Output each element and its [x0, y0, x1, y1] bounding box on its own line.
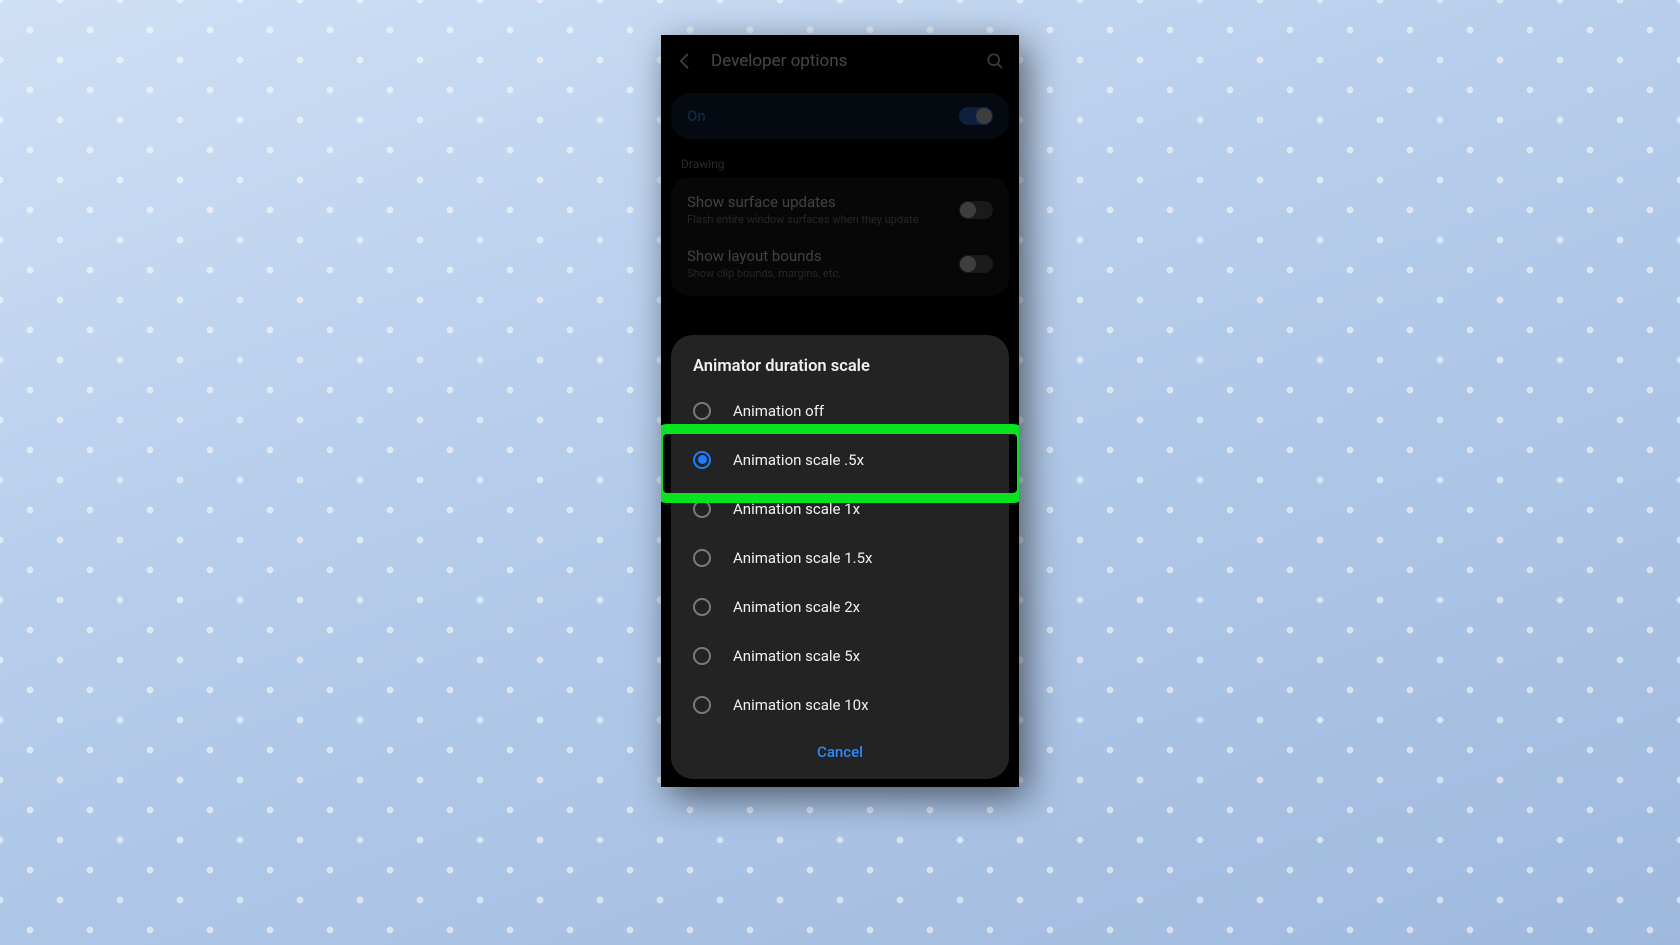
- option-animation-0_5x[interactable]: Animation scale .5x: [671, 435, 1009, 484]
- radio-icon: [693, 647, 711, 665]
- option-animation-1_5x[interactable]: Animation scale 1.5x: [671, 533, 1009, 582]
- toggle-switch[interactable]: [959, 201, 993, 219]
- setting-show-layout-bounds[interactable]: Show layout bounds Show clip bounds, mar…: [671, 236, 1009, 290]
- option-label: Animation off: [733, 402, 824, 420]
- option-animation-off[interactable]: Animation off: [671, 386, 1009, 435]
- animator-duration-scale-dialog: Animator duration scale Animation off An…: [671, 335, 1009, 779]
- option-label: Animation scale .5x: [733, 451, 864, 469]
- option-animation-10x[interactable]: Animation scale 10x: [671, 680, 1009, 729]
- back-icon[interactable]: [675, 51, 695, 71]
- option-animation-5x[interactable]: Animation scale 5x: [671, 631, 1009, 680]
- master-toggle-switch[interactable]: [959, 107, 993, 125]
- toggle-switch[interactable]: [959, 255, 993, 273]
- radio-icon: [693, 402, 711, 420]
- option-animation-1x[interactable]: Animation scale 1x: [671, 484, 1009, 533]
- drawing-settings-card: Show surface updates Flash entire window…: [671, 177, 1009, 296]
- radio-icon: [693, 451, 711, 469]
- setting-subtitle: Show clip bounds, margins, etc.: [687, 267, 947, 280]
- page-title: Developer options: [711, 51, 969, 71]
- cancel-button[interactable]: Cancel: [671, 729, 1009, 771]
- radio-icon: [693, 598, 711, 616]
- option-label: Animation scale 5x: [733, 647, 860, 665]
- dialog-title: Animator duration scale: [671, 357, 1009, 386]
- option-label: Animation scale 1.5x: [733, 549, 872, 567]
- section-header-drawing: Drawing: [681, 157, 999, 171]
- radio-icon: [693, 696, 711, 714]
- option-animation-2x[interactable]: Animation scale 2x: [671, 582, 1009, 631]
- setting-subtitle: Flash entire window surfaces when they u…: [687, 213, 947, 226]
- setting-title: Show layout bounds: [687, 247, 947, 265]
- option-label: Animation scale 2x: [733, 598, 860, 616]
- setting-title: Show surface updates: [687, 193, 947, 211]
- phone-device: Developer options On Drawing Show surfac…: [661, 35, 1019, 787]
- option-label: Animation scale 10x: [733, 696, 869, 714]
- master-toggle-label: On: [687, 107, 706, 125]
- radio-icon: [693, 500, 711, 518]
- option-label: Animation scale 1x: [733, 500, 860, 518]
- app-bar: Developer options: [661, 35, 1019, 87]
- setting-show-surface-updates[interactable]: Show surface updates Flash entire window…: [671, 183, 1009, 236]
- radio-icon: [693, 549, 711, 567]
- search-icon[interactable]: [985, 51, 1005, 71]
- master-toggle-row[interactable]: On: [671, 93, 1009, 139]
